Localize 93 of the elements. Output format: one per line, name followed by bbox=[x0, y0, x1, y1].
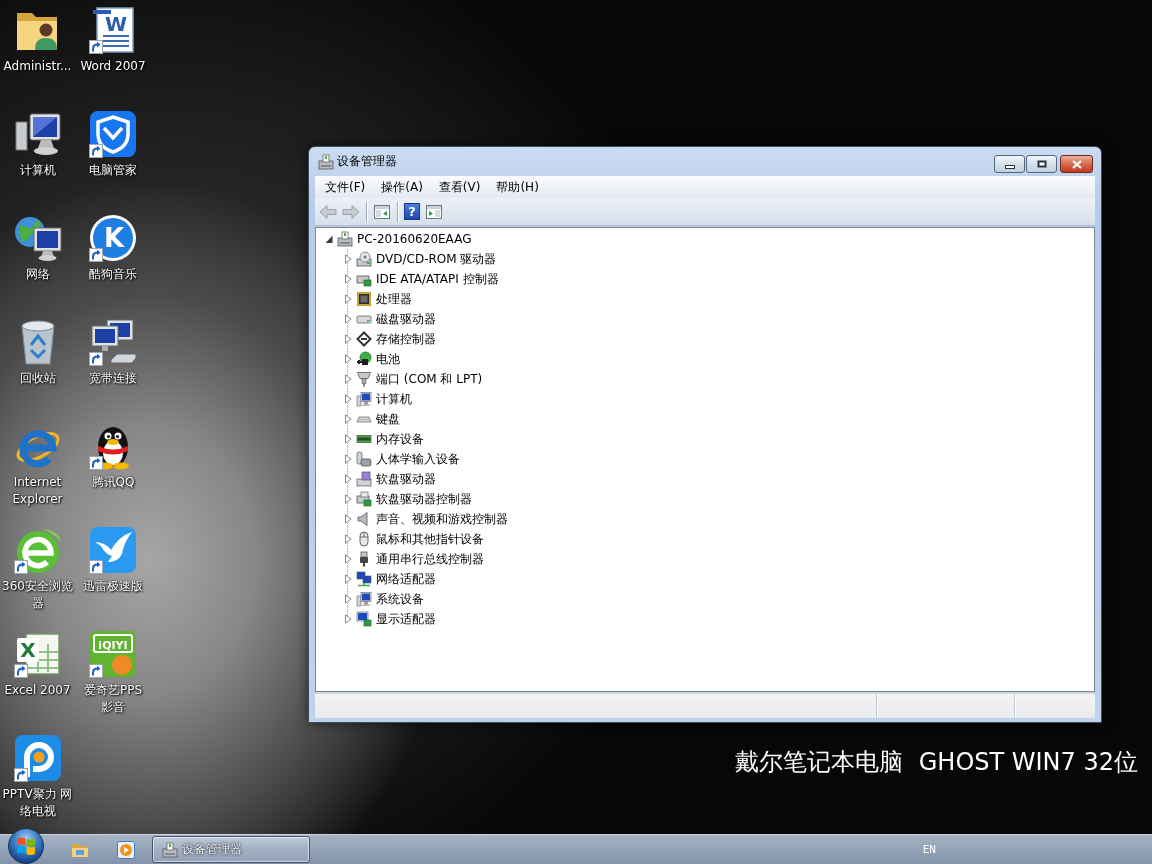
expand-arrow-icon[interactable] bbox=[344, 474, 352, 484]
tree-item[interactable]: 键盘 bbox=[376, 410, 400, 428]
monitors-icon[interactable] bbox=[89, 318, 137, 366]
tree-item[interactable]: 系统设备 bbox=[376, 590, 424, 608]
expand-arrow-icon[interactable] bbox=[344, 534, 352, 544]
minimize-icon bbox=[1004, 165, 1015, 169]
desktop-icon-label[interactable]: PPTV聚力 网络电视 bbox=[1, 786, 74, 820]
battery-plug-icon bbox=[356, 351, 372, 367]
computer-icon bbox=[318, 153, 334, 170]
start-button[interactable] bbox=[8, 828, 44, 864]
bird-icon[interactable] bbox=[89, 526, 137, 574]
desktop-icon-label[interactable]: 酷狗音乐 bbox=[89, 266, 137, 283]
expand-arrow-icon[interactable] bbox=[344, 594, 352, 604]
desktop-icon-label[interactable]: 网络 bbox=[25, 266, 50, 283]
tree-item[interactable]: 磁盘驱动器 bbox=[376, 310, 436, 328]
close-button[interactable] bbox=[1060, 155, 1093, 173]
menu-item[interactable]: 文件(F) bbox=[317, 177, 374, 197]
tree-item[interactable]: DVD/CD-ROM 驱动器 bbox=[376, 250, 497, 268]
help-button[interactable]: ? bbox=[404, 203, 420, 220]
expand-arrow-icon[interactable] bbox=[344, 354, 352, 364]
tree-item[interactable]: 处理器 bbox=[376, 290, 412, 308]
desktop-icon-label[interactable]: Administr... bbox=[3, 58, 72, 75]
collapse-arrow-icon[interactable] bbox=[325, 234, 333, 244]
mouse-icon bbox=[356, 531, 372, 547]
desktop-icon-label[interactable]: 宽带连接 bbox=[89, 370, 137, 387]
connector-icon bbox=[356, 371, 372, 387]
desktop-icon-label[interactable]: Word 2007 bbox=[80, 58, 146, 75]
tree-item[interactable]: 电池 bbox=[376, 350, 400, 368]
monitor-icon bbox=[356, 391, 372, 407]
disc-drive-icon bbox=[356, 251, 372, 267]
monitor-card-icon bbox=[356, 611, 372, 627]
globe-monitor-icon[interactable] bbox=[13, 214, 62, 262]
desktop-icon-label[interactable]: Internet Explorer bbox=[1, 474, 74, 508]
minimize-button[interactable] bbox=[994, 155, 1025, 173]
expand-arrow-icon[interactable] bbox=[344, 554, 352, 564]
tree-item[interactable]: 计算机 bbox=[376, 390, 412, 408]
floppy-drive-icon bbox=[356, 471, 372, 487]
close-icon bbox=[1071, 159, 1082, 169]
tree-item[interactable]: 声音、视频和游戏控制器 bbox=[376, 510, 508, 528]
disc-logo[interactable]: K bbox=[89, 214, 137, 262]
tree-item[interactable]: 人体学输入设备 bbox=[376, 450, 460, 468]
computer-icon bbox=[162, 841, 178, 858]
expand-arrow-icon[interactable] bbox=[344, 394, 352, 404]
tree-item[interactable]: 内存设备 bbox=[376, 430, 424, 448]
expand-arrow-icon[interactable] bbox=[344, 574, 352, 584]
pane-icon[interactable] bbox=[425, 203, 443, 220]
tree-item[interactable]: 网络适配器 bbox=[376, 570, 436, 588]
tree-item[interactable]: PC-20160620EAAG bbox=[357, 232, 472, 246]
expand-arrow-icon[interactable] bbox=[344, 434, 352, 444]
drive-card-icon bbox=[356, 491, 372, 507]
tree-item[interactable]: 存储控制器 bbox=[376, 330, 436, 348]
flag-icon bbox=[16, 837, 36, 855]
computer-icon[interactable] bbox=[13, 110, 62, 158]
diamond-icon bbox=[356, 331, 372, 347]
pane-icon[interactable] bbox=[373, 203, 391, 220]
desktop-icon-label[interactable]: 回收站 bbox=[19, 370, 56, 387]
shield-icon[interactable] bbox=[89, 110, 137, 158]
expand-arrow-icon[interactable] bbox=[344, 334, 352, 344]
tree-item[interactable]: 鼠标和其他指针设备 bbox=[376, 530, 484, 548]
maximize-icon bbox=[1036, 160, 1047, 168]
handset-gamepad-icon bbox=[356, 451, 372, 467]
expand-arrow-icon[interactable] bbox=[344, 454, 352, 464]
desktop-icon-label[interactable]: 360安全浏览器 bbox=[1, 578, 74, 612]
expand-arrow-icon[interactable] bbox=[344, 414, 352, 424]
chip-icon bbox=[356, 291, 372, 307]
tree-item[interactable]: IDE ATA/ATAPI 控制器 bbox=[376, 270, 499, 288]
expand-arrow-icon[interactable] bbox=[344, 294, 352, 304]
expand-arrow-icon[interactable] bbox=[344, 274, 352, 284]
expand-arrow-icon[interactable] bbox=[344, 614, 352, 624]
expand-arrow-icon[interactable] bbox=[344, 314, 352, 324]
expand-arrow-icon[interactable] bbox=[344, 254, 352, 264]
desktop-icon-label[interactable]: 电脑管家 bbox=[89, 162, 137, 179]
tree-item[interactable]: 通用串行总线控制器 bbox=[376, 550, 484, 568]
expand-arrow-icon[interactable] bbox=[344, 494, 352, 504]
maximize-button[interactable] bbox=[1026, 155, 1057, 173]
expand-arrow-icon[interactable] bbox=[344, 374, 352, 384]
computer-icon bbox=[337, 231, 353, 247]
network-icon bbox=[356, 571, 372, 587]
desktop-icon-label[interactable]: 计算机 bbox=[19, 162, 56, 179]
tree-item[interactable]: 显示适配器 bbox=[376, 610, 436, 628]
desktop-icon-label[interactable]: Excel 2007 bbox=[4, 682, 71, 699]
wallpaper-caption: 戴尔笔记本电脑 GHOST WIN7 32位 bbox=[735, 748, 1138, 776]
tree-item[interactable]: 软盘驱动器控制器 bbox=[376, 490, 472, 508]
tree-item[interactable]: 端口 (COM 和 LPT) bbox=[376, 370, 483, 388]
menu-item[interactable]: 帮助(H) bbox=[488, 177, 547, 197]
desktop-icon-label[interactable]: 爱奇艺PPS 影音 bbox=[77, 682, 149, 716]
menu-item[interactable]: 查看(V) bbox=[430, 177, 489, 197]
play-icon[interactable] bbox=[117, 840, 135, 859]
menu-item[interactable]: 操作(A) bbox=[373, 177, 431, 197]
tree-item[interactable]: 软盘驱动器 bbox=[376, 470, 436, 488]
window-title: 设备管理器 bbox=[337, 153, 397, 170]
monitor-icon bbox=[356, 591, 372, 607]
expand-arrow-icon[interactable] bbox=[344, 514, 352, 524]
